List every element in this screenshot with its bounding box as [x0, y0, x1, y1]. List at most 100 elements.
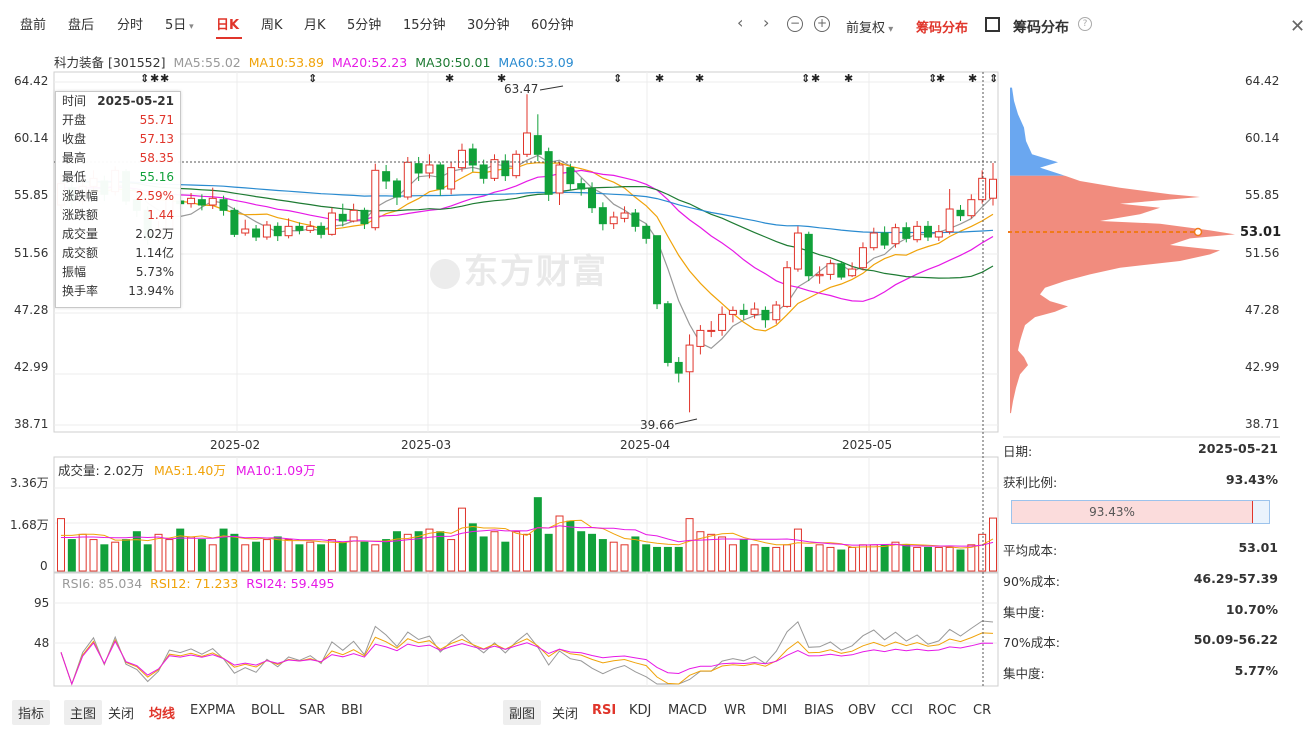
sub-indicator-macd-4[interactable]: MACD: [668, 703, 707, 718]
candle-79: [913, 221, 922, 243]
candle-45: [544, 147, 553, 202]
candle-57: [674, 357, 683, 383]
date-label-2025-03: 2025-03: [401, 438, 452, 452]
candle-59: [696, 325, 705, 355]
event-marker-icon[interactable]: ⇕: [613, 72, 622, 85]
candle-30: [382, 164, 391, 189]
event-marker-icon[interactable]: ✱: [655, 72, 664, 85]
volume-bar-76: [880, 544, 889, 572]
volume-bar-25: [327, 539, 336, 572]
volume-bar-22: [295, 544, 304, 572]
watermark: 东方财富: [430, 244, 608, 293]
volume-bar-17: [241, 544, 250, 572]
sub-indicator-rsi-2[interactable]: RSI: [592, 703, 616, 718]
sub-indicator-obv-8[interactable]: OBV: [848, 703, 876, 718]
event-marker-icon[interactable]: ✱: [811, 72, 820, 85]
volume-bar-26: [338, 541, 347, 572]
volume-axis-zero: 0: [40, 559, 48, 573]
main-indicator-7[interactable]: BBI: [341, 703, 363, 718]
candle-tooltip: 时间 2025-05-21 开盘 55.71 收盘 57.13 最高 58.35 最低 5…: [55, 91, 181, 308]
candle-49: [588, 182, 597, 214]
chip-axis-label: 38.71: [1245, 417, 1280, 431]
volume-bar-64: [750, 544, 759, 572]
candle-69: [804, 231, 813, 282]
sub-indicator-dmi-6[interactable]: DMI: [762, 703, 787, 718]
sub-indicator-bias-7[interactable]: BIAS: [804, 703, 834, 718]
event-marker-icon[interactable]: ✱: [695, 72, 704, 85]
chip-90-row: 90%成本: 46.29-57.39: [1003, 571, 1278, 589]
volume-value: 成交量: 2.02万: [58, 463, 145, 478]
volume-bar-66: [772, 546, 781, 572]
sub-indicator-wr-5[interactable]: WR: [724, 703, 746, 718]
volume-bar-74: [858, 544, 867, 572]
event-marker-icon[interactable]: ✱: [497, 72, 506, 85]
candle-66: [772, 301, 781, 324]
volume-bar-67: [783, 544, 792, 572]
event-marker-icon[interactable]: ✱: [936, 72, 945, 85]
volume-bar-78: [902, 544, 911, 572]
sub-indicator-cci-9[interactable]: CCI: [891, 703, 913, 718]
rsi6-line: [60, 620, 994, 686]
volume-bar-84: [967, 544, 976, 572]
main-indicator-6[interactable]: SAR: [299, 703, 325, 718]
event-marker-icon[interactable]: ✱: [445, 72, 454, 85]
main-indicator-3[interactable]: 均线: [149, 703, 175, 722]
rsi24-value: RSI24: 59.495: [246, 576, 335, 591]
price-axis-label: 64.42: [14, 74, 49, 88]
volume-bar-11: [176, 528, 185, 572]
volume-bar-2: [78, 533, 87, 572]
candle-31: [392, 178, 401, 206]
main-indicator-4[interactable]: EXPMA: [190, 703, 235, 718]
candle-29: [371, 163, 380, 231]
event-marker-icon[interactable]: ⇕: [989, 72, 998, 85]
candle-53: [631, 209, 640, 232]
volume-bar-15: [219, 528, 228, 572]
volume-bar-33: [414, 531, 423, 572]
price-axis-label: 42.99: [14, 359, 49, 374]
volume-bar-6: [122, 539, 131, 572]
candle-47: [566, 163, 575, 191]
main-indicator-1[interactable]: 主图: [64, 700, 103, 725]
candle-42: [512, 150, 521, 179]
candle-76: [880, 226, 889, 250]
date-label-2025-05: 2025-05: [842, 438, 893, 452]
ma60-line: [60, 180, 994, 234]
event-marker-icon[interactable]: ⇕: [140, 72, 149, 85]
event-marker-icon[interactable]: ⇕: [308, 72, 317, 85]
rsi-axis-95: 95: [34, 596, 50, 610]
candle-68: [793, 226, 802, 272]
candle-20: [273, 222, 282, 242]
sub-indicator-cr-11[interactable]: CR: [973, 703, 991, 718]
candle-18: [252, 225, 261, 242]
event-marker-icon[interactable]: ✱: [968, 72, 977, 85]
volume-bar-36: [447, 539, 456, 572]
candle-26: [338, 203, 347, 227]
candle-43: [523, 94, 531, 157]
chip-profit-row: 获利比例: 93.43%: [1003, 472, 1278, 490]
volume-bar-0: [57, 518, 65, 572]
event-marker-icon[interactable]: ✱: [160, 72, 169, 85]
chip-avg-row: 平均成本: 53.01: [1003, 540, 1278, 558]
low-price-label: 39.66: [640, 418, 675, 432]
volume-axis-mid: 1.68万: [10, 518, 49, 532]
candle-74: [858, 242, 867, 271]
main-indicator-2[interactable]: 关闭: [108, 703, 134, 722]
candle-34: [425, 154, 434, 179]
candle-81: [934, 225, 943, 242]
sub-indicator---0[interactable]: 副图: [503, 700, 542, 725]
sub-indicator-kdj-3[interactable]: KDJ: [629, 703, 651, 718]
event-marker-icon[interactable]: ✱: [150, 72, 159, 85]
sub-indicator---1[interactable]: 关闭: [552, 703, 578, 722]
volume-bar-9: [154, 533, 163, 572]
volume-bar-18: [252, 541, 261, 572]
main-indicator-0[interactable]: 指标: [12, 700, 51, 725]
volume-bar-28: [360, 541, 369, 572]
main-indicator-5[interactable]: BOLL: [251, 703, 284, 718]
volume-bar-35: [436, 531, 445, 572]
price-axis-label: 47.28: [14, 302, 49, 317]
chip-axis-label: 47.28: [1245, 302, 1280, 317]
event-marker-icon[interactable]: ✱: [844, 72, 853, 85]
volume-bar-16: [230, 533, 239, 572]
sub-indicator-roc-10[interactable]: ROC: [928, 703, 956, 718]
event-marker-icon[interactable]: ⇕: [801, 72, 810, 85]
